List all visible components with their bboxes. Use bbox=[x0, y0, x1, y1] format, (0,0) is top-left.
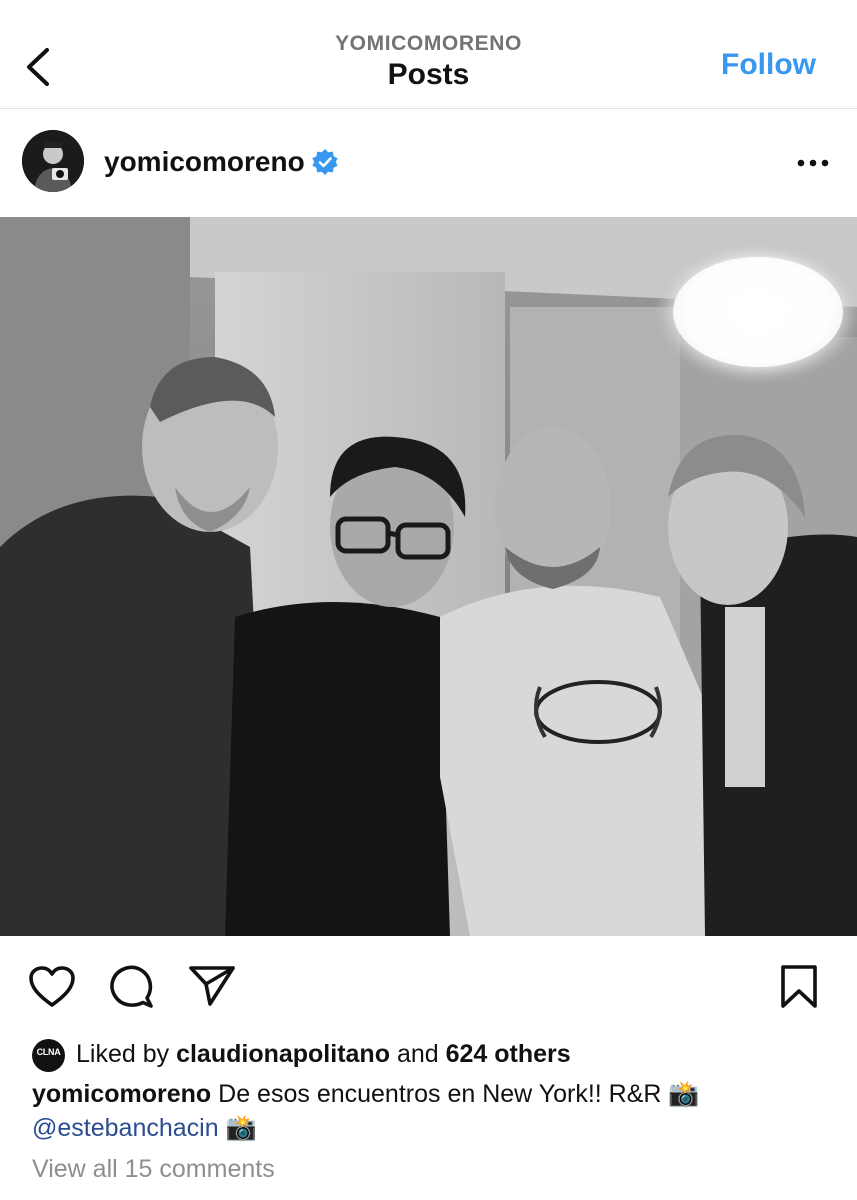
liked-by-others-link[interactable]: 624 others bbox=[446, 1040, 571, 1068]
likes-text: Liked by claudionapolitano and 624 other… bbox=[76, 1040, 571, 1069]
caption-mention-link[interactable]: @estebanchacin bbox=[32, 1114, 219, 1142]
liker-avatar[interactable]: CLNA bbox=[32, 1039, 65, 1072]
bookmark-icon[interactable] bbox=[779, 964, 819, 1010]
comment-bubble-icon[interactable] bbox=[109, 964, 155, 1010]
post-actions-bar bbox=[0, 950, 857, 1030]
heart-icon[interactable] bbox=[28, 965, 76, 1009]
post-photo[interactable] bbox=[0, 217, 857, 936]
post-caption: yomicomoreno De esos encuentros en New Y… bbox=[32, 1077, 832, 1145]
caption-username-link[interactable]: yomicomoreno bbox=[32, 1080, 211, 1108]
follow-button[interactable]: Follow bbox=[721, 48, 816, 82]
avatar-image bbox=[22, 130, 84, 192]
liked-by-user-link[interactable]: claudionapolitano bbox=[176, 1040, 390, 1068]
top-navigation-bar: YOMICOMORENO Posts Follow bbox=[0, 0, 857, 109]
photo-illustration bbox=[0, 217, 857, 936]
paper-plane-icon[interactable] bbox=[188, 964, 236, 1008]
verified-badge-icon bbox=[312, 149, 338, 175]
liker-avatar-logo: CLNA bbox=[36, 1047, 61, 1057]
more-horizontal-icon[interactable] bbox=[797, 159, 829, 167]
view-comments-link[interactable]: View all 15 comments bbox=[32, 1155, 275, 1184]
caption-end-emoji: 📸 bbox=[225, 1114, 257, 1142]
post-header: yomicomoreno bbox=[0, 110, 857, 216]
user-avatar[interactable] bbox=[22, 130, 84, 192]
caption-text: De esos encuentros en New York!! R&R 📸 bbox=[218, 1080, 700, 1108]
liked-by-prefix: Liked by bbox=[76, 1040, 170, 1068]
post-username[interactable]: yomicomoreno bbox=[104, 146, 305, 178]
liked-by-and: and bbox=[396, 1040, 439, 1068]
